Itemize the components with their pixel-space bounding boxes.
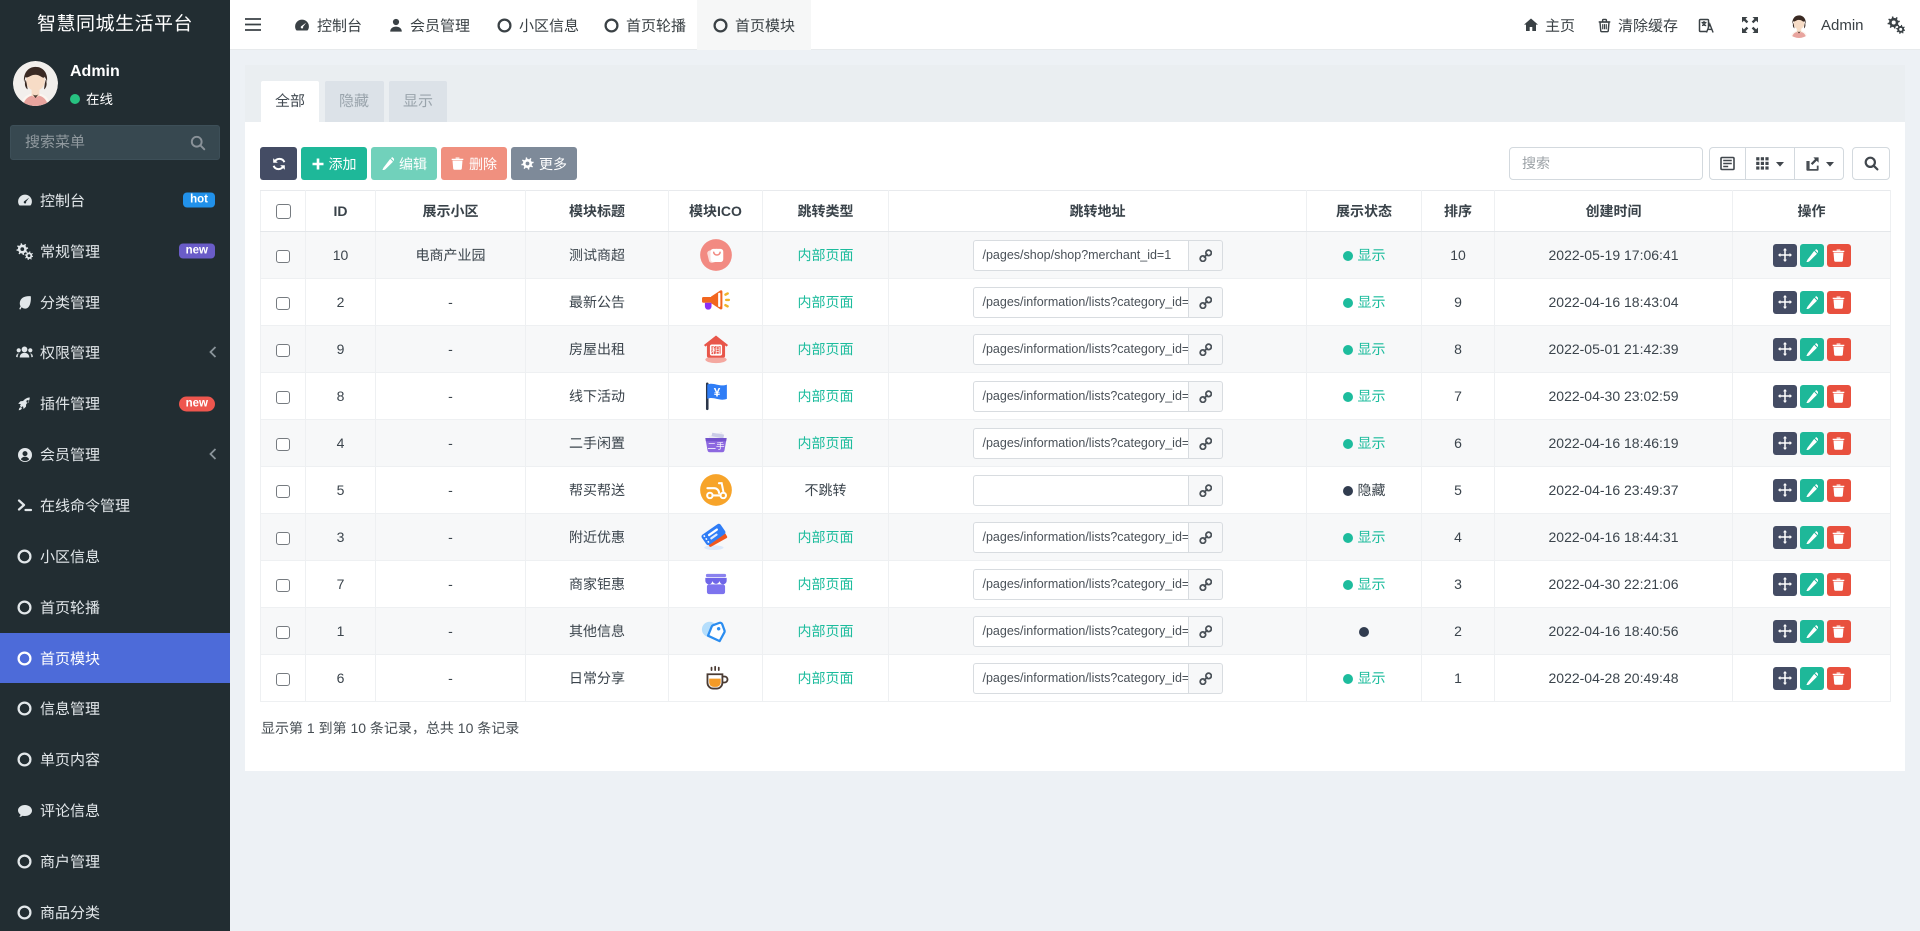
svg-text:二手: 二手 [707,440,725,452]
svg-text:¥: ¥ [713,387,720,400]
svg-text:租: 租 [711,343,721,357]
